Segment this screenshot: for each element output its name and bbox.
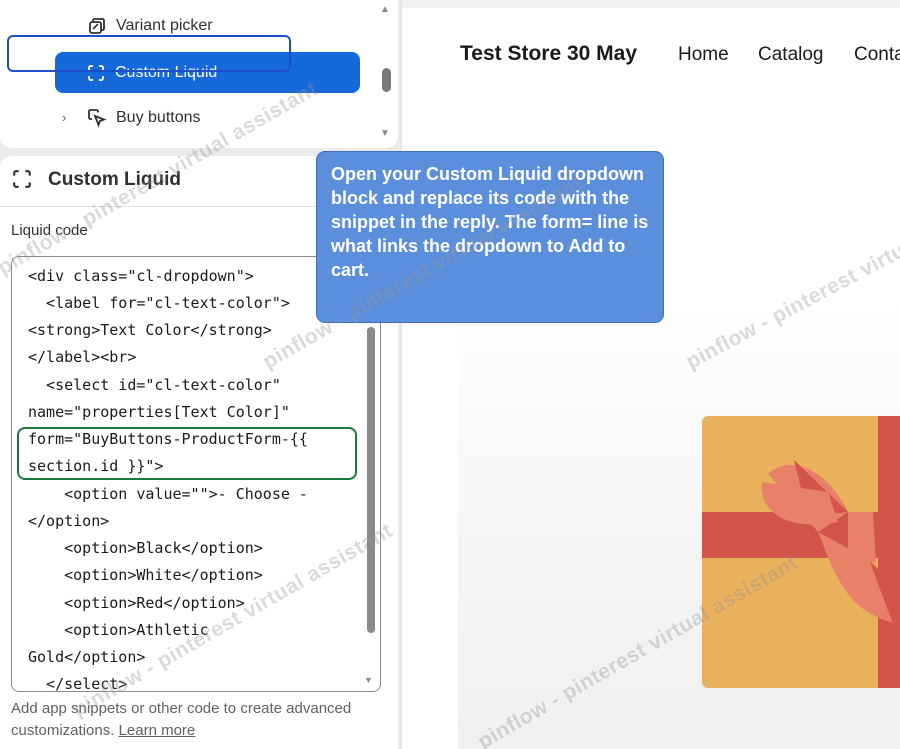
code-line: <div class="cl-dropdown"> [28, 267, 254, 285]
gift-box-image [702, 416, 900, 688]
tree-scrollbar-thumb[interactable] [382, 68, 391, 92]
settings-title-text: Custom Liquid [48, 169, 181, 190]
highlight-box-green [17, 427, 357, 480]
tree-item-label: Variant picker [116, 17, 213, 34]
scroll-up-arrow[interactable]: ▲ [380, 4, 390, 15]
code-line: <option>Red</option> [28, 594, 245, 612]
code-line: </label><br> [28, 348, 137, 366]
cursor-click-icon [86, 107, 108, 129]
code-line: <option value="">- Choose - [28, 485, 308, 503]
code-line: <option>Black</option> [28, 539, 263, 557]
block-tree: Variant picker Custom Liquid › Buy butto… [0, 0, 398, 148]
code-line: <option>White</option> [28, 566, 263, 584]
tree-item-label: Buy buttons [116, 109, 201, 126]
chevron-right-icon[interactable]: › [62, 110, 66, 125]
code-line: <select id="cl-text-color" [28, 376, 281, 394]
code-line: name="properties[Text Color]" [28, 403, 290, 421]
nav-home[interactable]: Home [678, 44, 729, 66]
variant-picker-icon [86, 15, 108, 37]
instruction-tooltip: Open your Custom Liquid dropdown block a… [316, 151, 664, 323]
store-preview: Test Store 30 May Home Catalog Conta [400, 0, 900, 749]
code-line: </option> [28, 512, 110, 530]
settings-title: Custom Liquid [12, 168, 181, 192]
editor-sidebar: Variant picker Custom Liquid › Buy butto… [0, 0, 400, 749]
scroll-down-arrow[interactable]: ▼ [364, 675, 373, 685]
code-line: <option>Athletic [28, 621, 209, 639]
store-name[interactable]: Test Store 30 May [460, 42, 637, 66]
liquid-code-label: Liquid code [11, 222, 88, 239]
code-line: <label for="cl-text-color"> [28, 294, 290, 312]
custom-liquid-icon [12, 169, 34, 191]
learn-more-link[interactable]: Learn more [119, 722, 196, 739]
nav-contact[interactable]: Conta [854, 44, 900, 66]
scroll-down-arrow[interactable]: ▼ [380, 128, 390, 139]
highlight-box-blue [7, 35, 291, 72]
preview-top-bar [402, 0, 900, 8]
code-line: Gold</option> [28, 648, 146, 666]
tooltip-text: Open your Custom Liquid dropdown block a… [331, 164, 649, 280]
help-text: Add app snippets or other code to create… [11, 698, 391, 742]
code-scrollbar-thumb[interactable] [367, 327, 375, 633]
code-line: <strong>Text Color</strong> [28, 321, 272, 339]
tree-item-buy-buttons[interactable]: Buy buttons [86, 98, 201, 138]
code-line: </select> [28, 675, 128, 692]
nav-catalog[interactable]: Catalog [758, 44, 824, 66]
